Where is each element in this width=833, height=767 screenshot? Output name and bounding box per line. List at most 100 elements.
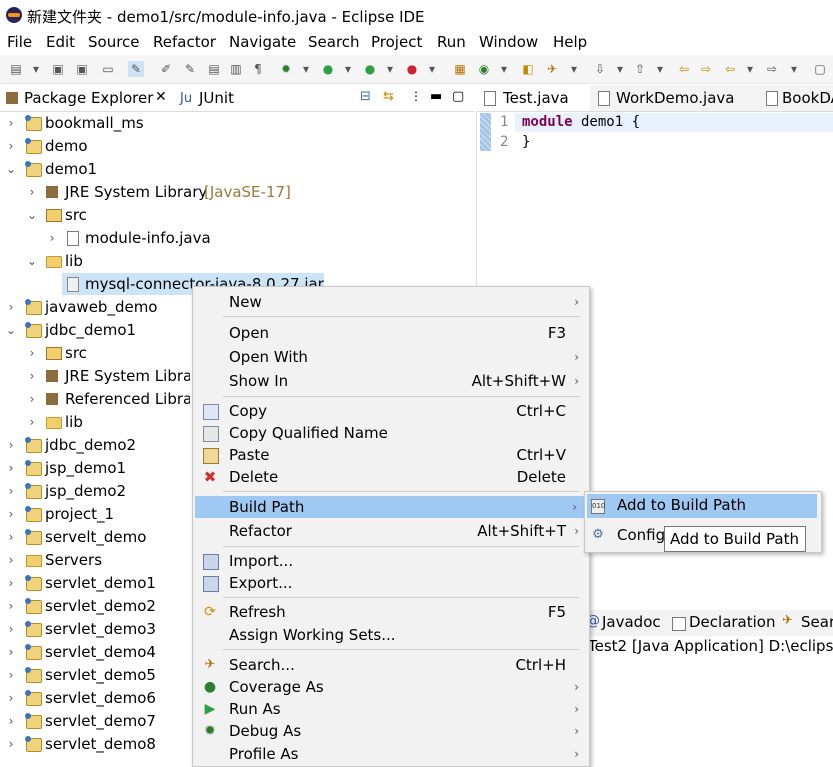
dropdown-icon[interactable]: ▾ — [298, 61, 314, 77]
menu-source[interactable]: Source — [88, 33, 140, 51]
menu-item-debug-as[interactable]: ✹ Debug As › — [193, 720, 589, 742]
tree-item-servelt-demo[interactable]: › servelt_demo — [0, 526, 190, 548]
prev-annotation-icon[interactable]: ⇧ — [632, 61, 648, 77]
menu-item-copy-qualified-name[interactable]: Copy Qualified Name — [193, 422, 589, 444]
block-selection-icon[interactable]: ✎ — [182, 61, 198, 77]
tree-item-servlet-demo5[interactable]: › servlet_demo5 — [0, 664, 190, 686]
perspective-icon[interactable]: ▢ — [812, 61, 828, 77]
tab-package-explorer[interactable]: Package Explorer — [24, 89, 153, 107]
menu-edit[interactable]: Edit — [46, 33, 75, 51]
chevron-right-icon[interactable]: › — [6, 480, 16, 502]
menu-item-profile-as[interactable]: Profile As › — [193, 743, 589, 765]
tree-item-lib[interactable]: › lib — [0, 411, 190, 433]
menu-item-add-to-build-path[interactable]: 010 Add to Build Path — [587, 494, 817, 518]
chevron-right-icon[interactable]: › — [27, 342, 37, 364]
chevron-down-icon[interactable]: ⌄ — [6, 319, 16, 341]
menu-run[interactable]: Run — [437, 33, 466, 51]
chevron-right-icon[interactable]: › — [6, 595, 16, 617]
dropdown-icon[interactable]: ▾ — [742, 61, 758, 77]
tree-item-jre-library[interactable]: › JRE System Librar — [0, 365, 190, 387]
menu-item-show-in[interactable]: Show In Alt+Shift+W › — [193, 370, 589, 392]
view-menu-icon[interactable]: ⋮ — [410, 89, 422, 103]
dropdown-icon[interactable]: ▾ — [496, 61, 512, 77]
minimize-icon[interactable]: ▬ — [430, 89, 442, 104]
toggle-breadcrumb-icon[interactable]: ✎ — [128, 61, 144, 77]
external-tools-icon[interactable]: ● — [404, 61, 420, 77]
menu-item-search[interactable]: ✈ Search... Ctrl+H — [193, 654, 589, 676]
chevron-right-icon[interactable]: › — [27, 411, 37, 433]
menu-item-run-as[interactable]: ▶ Run As › — [193, 698, 589, 720]
menu-item-copy[interactable]: Copy Ctrl+C — [193, 400, 589, 422]
pilcrow-icon[interactable]: ¶ — [250, 61, 266, 77]
tree-item-servlet-demo7[interactable]: › servlet_demo7 — [0, 710, 190, 732]
code-line-1[interactable]: module demo1 { — [522, 114, 640, 130]
dropdown-icon[interactable]: ▾ — [424, 61, 440, 77]
dropdown-icon[interactable]: ▾ — [652, 61, 668, 77]
menu-project[interactable]: Project — [371, 33, 422, 51]
tree-item-demo[interactable]: › demo — [0, 135, 474, 157]
chevron-right-icon[interactable]: › — [6, 112, 16, 134]
menu-file[interactable]: File — [7, 33, 32, 51]
tree-item-referenced-libraries[interactable]: › Referenced Librar — [0, 388, 190, 410]
menu-item-import[interactable]: Import... — [193, 550, 589, 572]
chevron-right-icon[interactable]: › — [6, 710, 16, 732]
tab-bookda[interactable]: BookDA — [762, 85, 833, 111]
tab-javadoc[interactable]: Javadoc — [602, 613, 661, 631]
menu-refactor[interactable]: Refactor — [153, 33, 216, 51]
chevron-right-icon[interactable]: › — [47, 227, 57, 249]
dropdown-icon[interactable]: ▾ — [612, 61, 628, 77]
menu-item-assign-working-sets[interactable]: Assign Working Sets... — [193, 624, 589, 646]
debug-icon[interactable]: ✹ — [278, 61, 294, 77]
code-line-2[interactable]: } — [522, 134, 530, 150]
menu-help[interactable]: Help — [553, 33, 587, 51]
tree-item-servlet-demo1[interactable]: › servlet_demo1 — [0, 572, 190, 594]
chevron-down-icon[interactable]: ⌄ — [6, 158, 16, 180]
collapse-all-icon[interactable]: ⊟ — [360, 89, 371, 104]
chevron-right-icon[interactable]: › — [6, 526, 16, 548]
tree-item-src[interactable]: ⌄ src — [0, 204, 474, 226]
tree-item-jdbc-demo1[interactable]: ⌄ jdbc_demo1 — [0, 319, 190, 341]
menu-window[interactable]: Window — [479, 33, 538, 51]
new-class-icon[interactable]: ◉ — [476, 61, 492, 77]
tree-item-project-1[interactable]: › project_1 — [0, 503, 190, 525]
tab-search[interactable]: Sear — [801, 613, 833, 631]
tab-test-java[interactable]: Test.java — [476, 85, 590, 111]
last-edit-icon[interactable]: ⇦ — [676, 61, 692, 77]
dropdown-icon[interactable]: ▾ — [382, 61, 398, 77]
chevron-right-icon[interactable]: › — [6, 296, 16, 318]
new-icon[interactable]: ▤ — [8, 61, 24, 77]
menu-item-refactor[interactable]: Refactor Alt+Shift+T › — [193, 520, 589, 542]
tree-item-servlet-demo8[interactable]: › servlet_demo8 — [0, 733, 190, 755]
chevron-right-icon[interactable]: › — [27, 181, 37, 203]
new-java-project-icon[interactable]: ▦ — [452, 61, 468, 77]
tree-item-jsp-demo2[interactable]: › jsp_demo2 — [0, 480, 190, 502]
tree-item-module-info[interactable]: › module-info.java — [0, 227, 474, 249]
word-wrap-icon[interactable]: ▤ — [206, 61, 222, 77]
chevron-right-icon[interactable]: › — [6, 135, 16, 157]
tab-declaration[interactable]: Declaration — [689, 613, 775, 631]
chevron-down-icon[interactable]: ⌄ — [27, 250, 37, 272]
menu-item-delete[interactable]: ✖ Delete Delete — [193, 466, 589, 488]
chevron-right-icon[interactable]: › — [6, 549, 16, 571]
show-whitespace-icon[interactable]: ▥ — [228, 61, 244, 77]
tree-item-servlet-demo3[interactable]: › servlet_demo3 — [0, 618, 190, 640]
tree-item-servlet-demo4[interactable]: › servlet_demo4 — [0, 641, 190, 663]
menu-item-coverage-as[interactable]: ● Coverage As › — [193, 676, 589, 698]
tree-item-servers[interactable]: › Servers — [0, 549, 190, 571]
tree-item-src[interactable]: › src — [0, 342, 190, 364]
tree-item-servlet-demo6[interactable]: › servlet_demo6 — [0, 687, 190, 709]
menu-search[interactable]: Search — [308, 33, 360, 51]
back-icon[interactable]: ⇦ — [722, 61, 738, 77]
chevron-right-icon[interactable]: › — [27, 388, 37, 410]
tree-item-javaweb-demo[interactable]: › javaweb_demo — [0, 296, 190, 318]
tree-item-jre-library[interactable]: › JRE System Library [JavaSE-17] — [0, 181, 474, 203]
chevron-right-icon[interactable]: › — [27, 365, 37, 387]
menu-item-paste[interactable]: Paste Ctrl+V — [193, 444, 589, 466]
dropdown-icon[interactable]: ▾ — [786, 61, 802, 77]
chevron-right-icon[interactable]: › — [6, 434, 16, 456]
terminal-icon[interactable]: ▭ — [100, 61, 116, 77]
chevron-right-icon[interactable]: › — [6, 503, 16, 525]
save-all-icon[interactable]: ▣ — [74, 61, 90, 77]
chevron-right-icon[interactable]: › — [6, 457, 16, 479]
coverage-icon[interactable]: ● — [362, 61, 378, 77]
